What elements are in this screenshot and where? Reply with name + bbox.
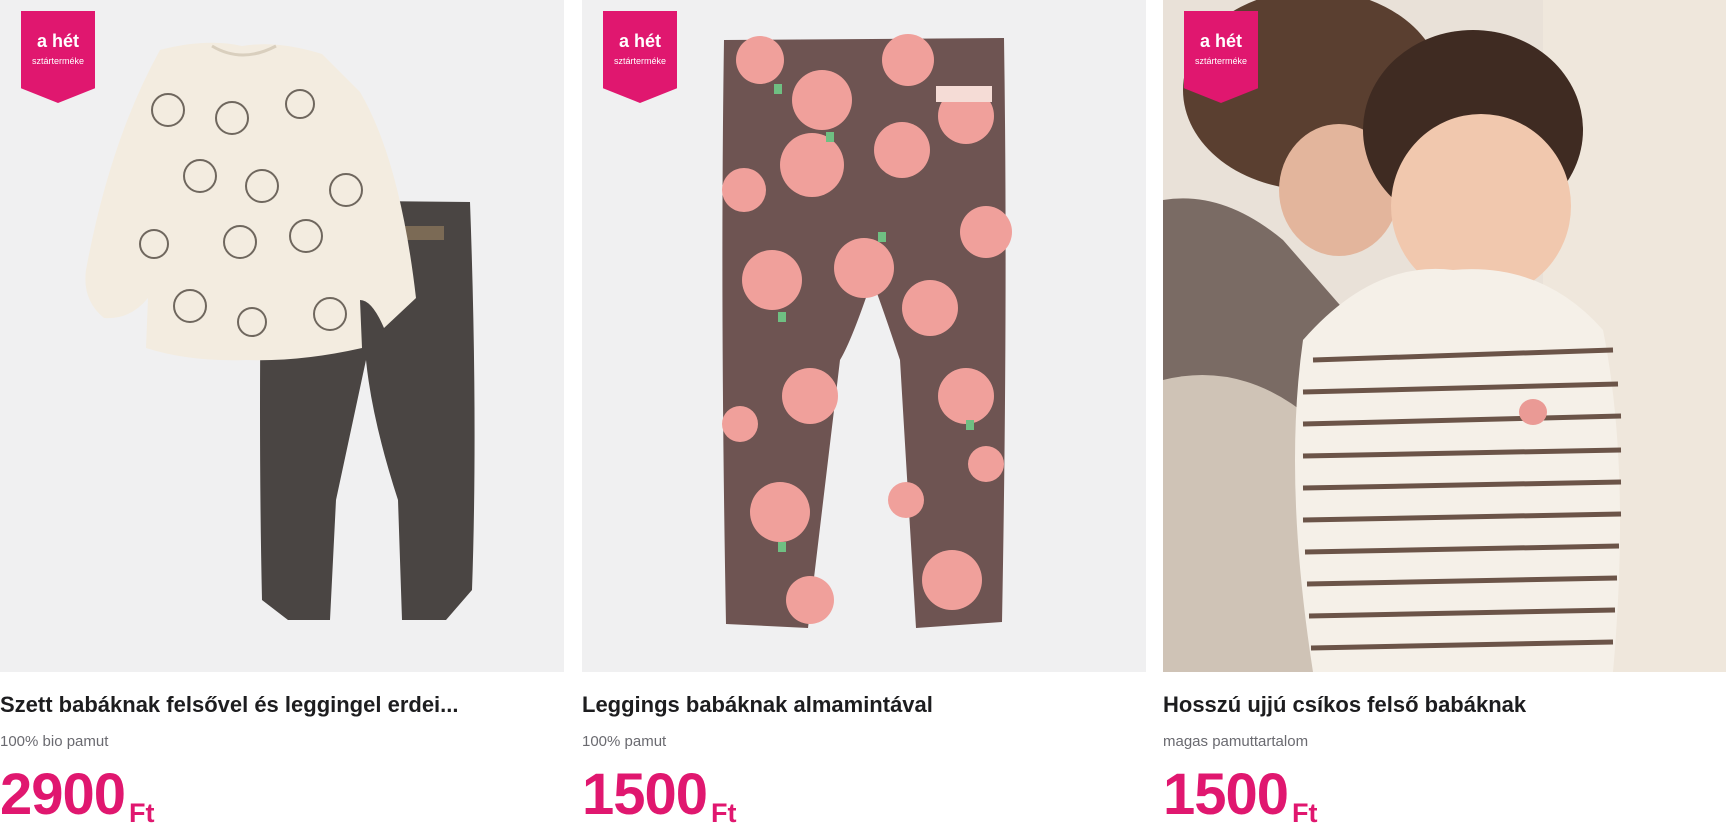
product-card[interactable]: a hét sztárterméke Leggings babáknak alm… <box>582 0 1146 828</box>
product-material: 100% bio pamut <box>0 733 109 750</box>
product-grid: a hét sztárterméke Szett babáknak felsőv… <box>0 0 1726 828</box>
badge-title: a hét <box>1199 31 1242 51</box>
product-image[interactable]: a hét sztárterméke <box>1163 0 1726 672</box>
week-star-badge: a hét sztárterméke <box>1184 11 1258 103</box>
badge-title: a hét <box>618 31 661 51</box>
badge-subtitle: sztárterméke <box>613 56 666 66</box>
product-card[interactable]: a hét sztárterméke Szett babáknak felsőv… <box>0 0 564 828</box>
baby-in-striped-top-photo-image <box>1163 0 1726 672</box>
product-card[interactable]: a hét sztárterméke Hosszú ujjú csíkos fe… <box>1163 0 1726 828</box>
product-title[interactable]: Hosszú ujjú csíkos felső babáknak <box>1163 692 1726 718</box>
product-price: 2900 Ft <box>0 762 155 828</box>
price-value: 1500 <box>582 762 708 827</box>
product-title[interactable]: Leggings babáknak almamintával <box>582 692 1146 718</box>
week-star-badge: a hét sztárterméke <box>603 11 677 103</box>
product-image[interactable]: a hét sztárterméke <box>582 0 1146 672</box>
price-currency: Ft <box>711 798 737 828</box>
week-star-badge: a hét sztárterméke <box>21 11 95 103</box>
badge-title: a hét <box>36 31 79 51</box>
apple-print-leggings-image <box>722 34 1012 628</box>
product-price: 1500 Ft <box>1163 762 1318 828</box>
badge-subtitle: sztárterméke <box>1194 56 1247 66</box>
product-title[interactable]: Szett babáknak felsővel és leggingel erd… <box>0 692 564 718</box>
price-currency: Ft <box>1292 798 1318 828</box>
sweatshirt-and-pants-set-image <box>85 42 475 620</box>
badge-subtitle: sztárterméke <box>31 56 84 66</box>
product-material: magas pamuttartalom <box>1163 733 1309 750</box>
price-currency: Ft <box>129 798 155 828</box>
product-price: 1500 Ft <box>582 762 737 828</box>
price-value: 2900 <box>0 762 126 827</box>
product-material: 100% pamut <box>582 733 667 750</box>
price-value: 1500 <box>1163 762 1289 827</box>
product-image[interactable]: a hét sztárterméke <box>0 0 564 672</box>
